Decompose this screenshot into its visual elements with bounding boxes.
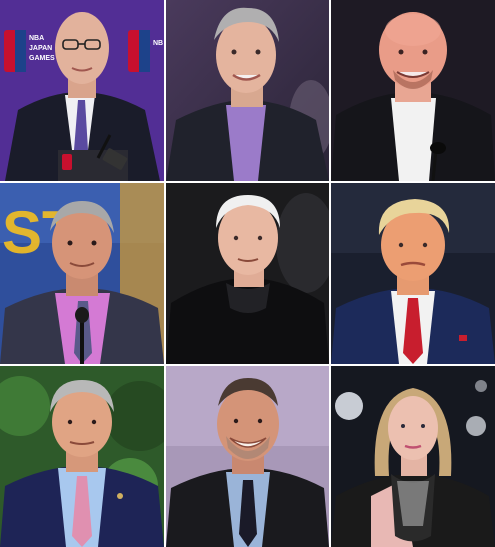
svg-text:JAPAN: JAPAN xyxy=(29,45,52,52)
portrait-photo-9 xyxy=(331,366,495,547)
portrait-photo-1: NBA JAPAN GAMES 2 NB xyxy=(0,0,164,181)
portrait-tile-2 xyxy=(166,0,329,181)
portrait-photo-7 xyxy=(0,366,164,547)
portrait-tile-3 xyxy=(331,0,495,181)
svg-text:NB: NB xyxy=(153,40,163,47)
svg-text:NBA: NBA xyxy=(29,35,44,42)
portrait-photo-6 xyxy=(331,183,495,364)
portrait-tile-1: NBA JAPAN GAMES 2 NB xyxy=(0,0,164,181)
photo-collage: NBA JAPAN GAMES 2 NB ST xyxy=(0,0,495,547)
portrait-photo-8 xyxy=(166,366,329,547)
portrait-tile-7 xyxy=(0,366,164,547)
portrait-tile-6 xyxy=(331,183,495,364)
portrait-tile-5 xyxy=(166,183,329,364)
portrait-photo-5 xyxy=(166,183,329,364)
portrait-tile-9 xyxy=(331,366,495,547)
portrait-photo-2 xyxy=(166,0,329,181)
portrait-tile-8 xyxy=(166,366,329,547)
portrait-photo-3 xyxy=(331,0,495,181)
portrait-photo-4: ST xyxy=(0,183,164,364)
portrait-tile-4: ST xyxy=(0,183,164,364)
